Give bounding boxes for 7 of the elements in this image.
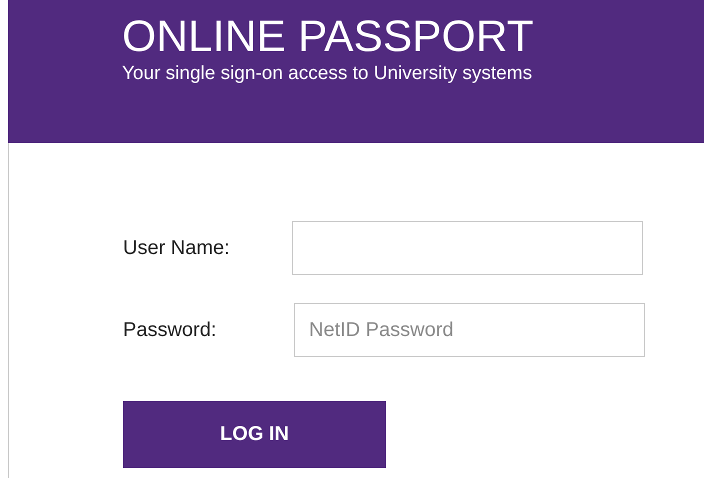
site-title: ONLINE PASSPORT	[122, 12, 534, 62]
login-button[interactable]: LOG IN	[123, 401, 386, 468]
input-field[interactable]	[292, 221, 643, 275]
input-field[interactable]: NetID Password	[294, 303, 645, 357]
site-subtitle: Your single sign-on access to University systems	[122, 62, 532, 86]
field-label: User Name:	[123, 236, 231, 260]
field-label: Password:	[123, 318, 218, 342]
